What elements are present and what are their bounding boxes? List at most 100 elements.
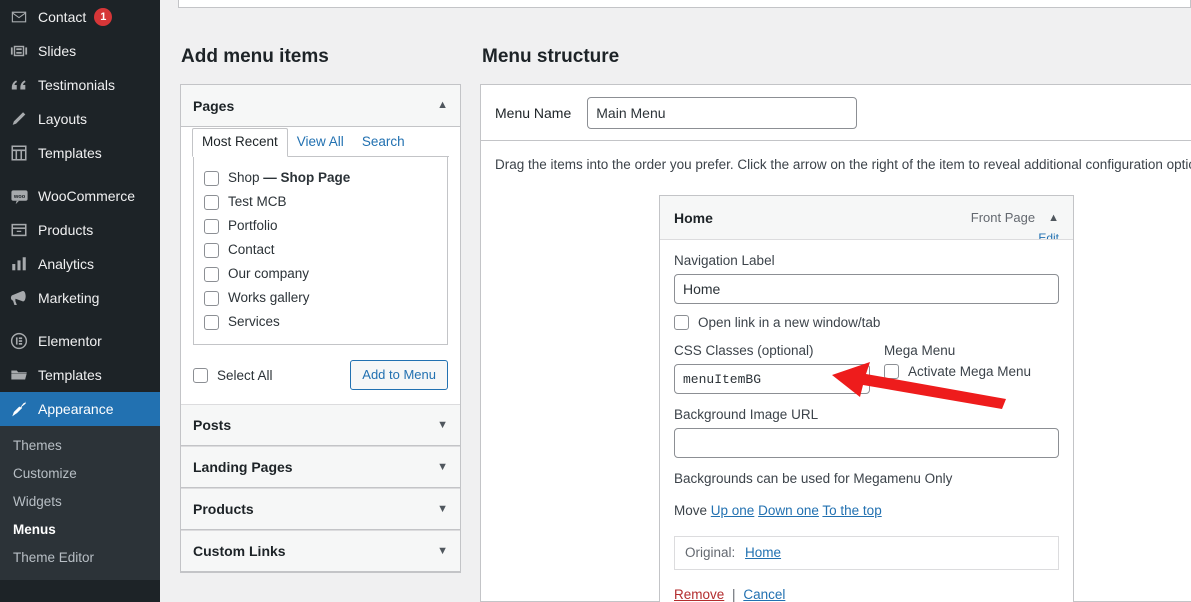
sidebar-item-woocommerce[interactable]: woo WooCommerce — [0, 179, 160, 213]
checkbox[interactable] — [204, 266, 219, 282]
select-all-label: Select All — [217, 367, 273, 383]
woocommerce-icon: woo — [9, 186, 29, 206]
sidebar-item-label: Testimonials — [38, 77, 116, 93]
remove-link[interactable]: Remove — [674, 587, 724, 602]
megaphone-icon — [9, 288, 29, 308]
accordion-header-products[interactable]: Products ▼ — [181, 488, 460, 530]
sidebar-item-appearance[interactable]: Appearance — [0, 392, 168, 426]
menu-item-edit-link[interactable]: Edit — [1038, 231, 1059, 239]
checkbox[interactable] — [204, 218, 219, 234]
accordion-header-posts[interactable]: Posts ▼ — [181, 404, 460, 446]
css-classes-group: CSS Classes (optional) — [674, 342, 870, 394]
paintbrush-icon — [9, 399, 29, 419]
accordion-label: Custom Links — [193, 543, 286, 559]
cancel-link[interactable]: Cancel — [743, 587, 785, 602]
tab-most-recent[interactable]: Most Recent — [192, 128, 288, 157]
chevron-down-icon[interactable]: ▼ — [437, 419, 448, 431]
chevron-up-icon[interactable]: ▲ — [1048, 212, 1059, 224]
menu-name-row: Menu Name — [481, 85, 1191, 141]
menu-item-header[interactable]: Home Front Page ▲ Edit — [660, 196, 1073, 240]
sidebar-item-label: WooCommerce — [38, 188, 135, 204]
tab-view-all[interactable]: View All — [288, 129, 353, 156]
select-all-control[interactable]: Select All — [193, 367, 273, 383]
pages-tabs: Most Recent View All Search — [192, 127, 449, 157]
mega-menu-label: Mega Menu — [884, 343, 956, 358]
sidebar-item-label: Marketing — [38, 290, 100, 306]
chevron-down-icon[interactable]: ▼ — [437, 461, 448, 473]
checkbox[interactable] — [204, 194, 219, 210]
checkbox[interactable] — [193, 367, 208, 383]
checkbox[interactable] — [204, 314, 219, 330]
menu-name-label: Menu Name — [495, 104, 572, 121]
list-item-label: Test MCB — [228, 194, 287, 209]
open-new-window-control[interactable]: Open link in a new window/tab — [674, 315, 1059, 330]
accordion-header-custom-links[interactable]: Custom Links ▼ — [181, 530, 460, 572]
chart-bars-icon — [9, 254, 29, 274]
move-to-top-link[interactable]: To the top — [822, 503, 881, 518]
list-item[interactable]: Test MCB — [204, 190, 437, 214]
list-item[interactable]: Services — [204, 310, 437, 334]
accordion-header-landing-pages[interactable]: Landing Pages ▼ — [181, 446, 460, 488]
main-content: Add menu items Pages ▲ Most Recent View … — [160, 0, 1191, 602]
move-row: Move Up one Down one To the top — [674, 502, 1059, 520]
move-label: Move — [674, 503, 708, 518]
chevron-down-icon[interactable]: ▼ — [437, 545, 448, 557]
sidebar-item-slides[interactable]: Slides — [0, 34, 160, 68]
checkbox[interactable] — [884, 364, 899, 379]
list-item[interactable]: Our company — [204, 262, 437, 286]
list-item[interactable]: Shop — Shop Page — [204, 166, 437, 190]
admin-sidebar: Contact 1 Slides Testimonials Layouts Te… — [0, 0, 168, 602]
products-icon — [9, 220, 29, 240]
sidebar-item-testimonials[interactable]: Testimonials — [0, 68, 160, 102]
sidebar-item-analytics[interactable]: Analytics — [0, 247, 160, 281]
add-to-menu-button[interactable]: Add to Menu — [350, 360, 448, 390]
sidebar-item-contact[interactable]: Contact 1 — [0, 0, 160, 34]
checkbox[interactable] — [674, 315, 689, 330]
tab-search[interactable]: Search — [353, 129, 414, 156]
sidebar-item-templates-2[interactable]: Templates — [0, 358, 160, 392]
remove-cancel-row: Remove | Cancel — [674, 586, 1059, 602]
css-classes-input[interactable] — [674, 364, 870, 394]
sidebar-item-elementor[interactable]: Elementor — [0, 324, 160, 358]
activate-mega-menu-control[interactable]: Activate Mega Menu — [884, 364, 1031, 379]
mega-menu-group: Mega Menu Activate Mega Menu — [870, 342, 1031, 394]
sidebar-subitem-themes[interactable]: Themes — [0, 432, 160, 460]
sidebar-item-templates-1[interactable]: Templates — [0, 136, 160, 170]
sidebar-item-label: Contact — [38, 9, 87, 25]
sidebar-subitem-menus[interactable]: Menus — [0, 516, 160, 544]
sidebar-subitem-customize[interactable]: Customize — [0, 460, 160, 488]
sidebar-item-marketing[interactable]: Marketing — [0, 281, 160, 315]
pages-panel-footer: Select All Add to Menu — [193, 345, 448, 390]
css-and-mega-row: CSS Classes (optional) Mega Menu Activat… — [674, 342, 1059, 394]
original-link[interactable]: Home — [745, 545, 781, 560]
sidebar-subitem-widgets[interactable]: Widgets — [0, 488, 160, 516]
list-item[interactable]: Contact — [204, 238, 437, 262]
chevron-up-icon[interactable]: ▲ — [437, 100, 448, 111]
pages-checkbox-list: Shop — Shop Page Test MCB Portfolio Cont… — [193, 157, 448, 345]
background-image-url-input[interactable] — [674, 428, 1059, 458]
list-item-label: Works gallery — [228, 290, 310, 305]
list-item-label: Portfolio — [228, 218, 278, 233]
accordion-header-pages[interactable]: Pages ▲ — [181, 85, 460, 127]
menu-structure-title: Menu structure — [482, 46, 620, 67]
accordion-label: Landing Pages — [193, 459, 293, 475]
checkbox[interactable] — [204, 170, 219, 186]
move-down-one-link[interactable]: Down one — [758, 503, 819, 518]
sidebar-subitem-theme-editor[interactable]: Theme Editor — [0, 544, 160, 572]
move-up-one-link[interactable]: Up one — [711, 503, 755, 518]
list-item-label: Services — [228, 314, 280, 329]
elementor-icon — [9, 331, 29, 351]
checkbox[interactable] — [204, 290, 219, 306]
status-badge: 1 — [94, 8, 113, 26]
navigation-label-input[interactable] — [674, 274, 1059, 304]
sidebar-item-products[interactable]: Products — [0, 213, 160, 247]
chevron-down-icon[interactable]: ▼ — [437, 503, 448, 515]
list-item[interactable]: Works gallery — [204, 286, 437, 310]
background-note: Backgrounds can be used for Megamenu Onl… — [674, 471, 953, 486]
sidebar-item-label: Templates — [38, 367, 102, 383]
list-item[interactable]: Portfolio — [204, 214, 437, 238]
checkbox[interactable] — [204, 242, 219, 258]
accordion-label: Pages — [193, 97, 235, 114]
sidebar-item-layouts[interactable]: Layouts — [0, 102, 160, 136]
menu-name-input[interactable] — [587, 96, 858, 129]
